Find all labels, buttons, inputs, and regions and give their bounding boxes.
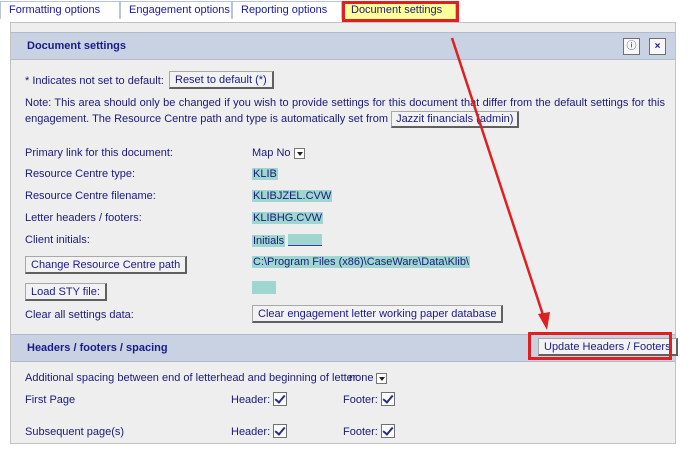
- letter-headers-value[interactable]: KLIBHG.CVW: [252, 212, 324, 224]
- header-label: Header:: [231, 394, 271, 406]
- chevron-down-icon: [376, 372, 388, 384]
- primary-link-select[interactable]: Map No: [252, 147, 305, 159]
- client-initials-field[interactable]: Initials: [252, 234, 323, 247]
- load-sty-file-button[interactable]: Load STY file:: [25, 283, 107, 301]
- headers-footers-title: Headers / footers / spacing: [27, 342, 168, 354]
- chevron-down-icon: [293, 147, 305, 159]
- tab-engagement-options[interactable]: Engagement options: [120, 1, 232, 19]
- default-note: * Indicates not set to default:: [25, 75, 164, 87]
- rc-type-label: Resource Centre type:: [25, 168, 136, 180]
- tab-reporting-options[interactable]: Reporting options: [232, 1, 342, 19]
- client-initials-underline: [288, 234, 323, 246]
- update-headers-footers-button[interactable]: Update Headers / Footers: [538, 338, 678, 356]
- rc-filename-value[interactable]: KLIBJZEL.CVW: [252, 190, 333, 202]
- subsequent-footer: Footer:: [343, 424, 395, 438]
- spacing-value: none: [349, 372, 374, 384]
- spacing-label: Additional spacing between end of letter…: [25, 372, 360, 384]
- change-resource-centre-path-button[interactable]: Change Resource Centre path: [25, 256, 188, 274]
- primary-link-label: Primary link for this document:: [25, 147, 173, 159]
- clear-database-button[interactable]: Clear engagement letter working paper da…: [252, 305, 504, 323]
- rc-filename-label: Resource Centre filename:: [25, 190, 156, 202]
- tab-bar: Formatting options Engagement options Re…: [0, 0, 696, 20]
- first-page-footer-checkbox[interactable]: [380, 392, 395, 406]
- settings-note: Note: This area should only be changed i…: [25, 96, 665, 128]
- clear-all-label: Clear all settings data:: [25, 309, 134, 321]
- subsequent-footer-checkbox[interactable]: [380, 424, 395, 438]
- subsequent-header-checkbox[interactable]: [273, 424, 288, 438]
- document-settings-header: Document settings ⓘ ×: [11, 32, 675, 60]
- document-settings-title: Document settings: [27, 40, 127, 52]
- settings-panel: Document settings ⓘ × * Indicates not se…: [10, 22, 678, 444]
- subsequent-header: Header:: [231, 424, 288, 438]
- close-icon[interactable]: ×: [649, 38, 666, 55]
- client-initials-value: Initials: [252, 235, 286, 247]
- tab-document-settings[interactable]: Document settings: [342, 1, 456, 19]
- settings-note-text: Note: This area should only be changed i…: [25, 97, 665, 125]
- footer-label: Footer:: [343, 426, 378, 438]
- jazzit-financials-button[interactable]: Jazzit financials (admin): [391, 111, 520, 128]
- spacing-select[interactable]: none: [349, 372, 388, 384]
- info-icon[interactable]: ⓘ: [623, 38, 640, 55]
- client-initials-label: Client initials:: [25, 234, 90, 246]
- primary-link-value: Map No: [252, 147, 291, 159]
- rc-type-value[interactable]: KLIB: [252, 168, 278, 180]
- tab-formatting-options[interactable]: Formatting options: [0, 1, 120, 19]
- footer-label: Footer:: [343, 394, 378, 406]
- subsequent-pages-label: Subsequent page(s): [25, 426, 125, 438]
- first-page-header: Header:: [231, 392, 288, 406]
- first-page-label: First Page: [25, 394, 76, 406]
- reset-to-default-button[interactable]: Reset to default (*): [169, 71, 274, 89]
- header-label: Header:: [231, 426, 271, 438]
- letter-headers-label: Letter headers / footers:: [25, 212, 142, 224]
- first-page-header-checkbox[interactable]: [273, 392, 288, 406]
- rc-path-value[interactable]: C:\Program Files (x86)\CaseWare\Data\Kli…: [252, 256, 470, 268]
- first-page-footer: Footer:: [343, 392, 395, 406]
- sty-file-field[interactable]: [252, 281, 276, 294]
